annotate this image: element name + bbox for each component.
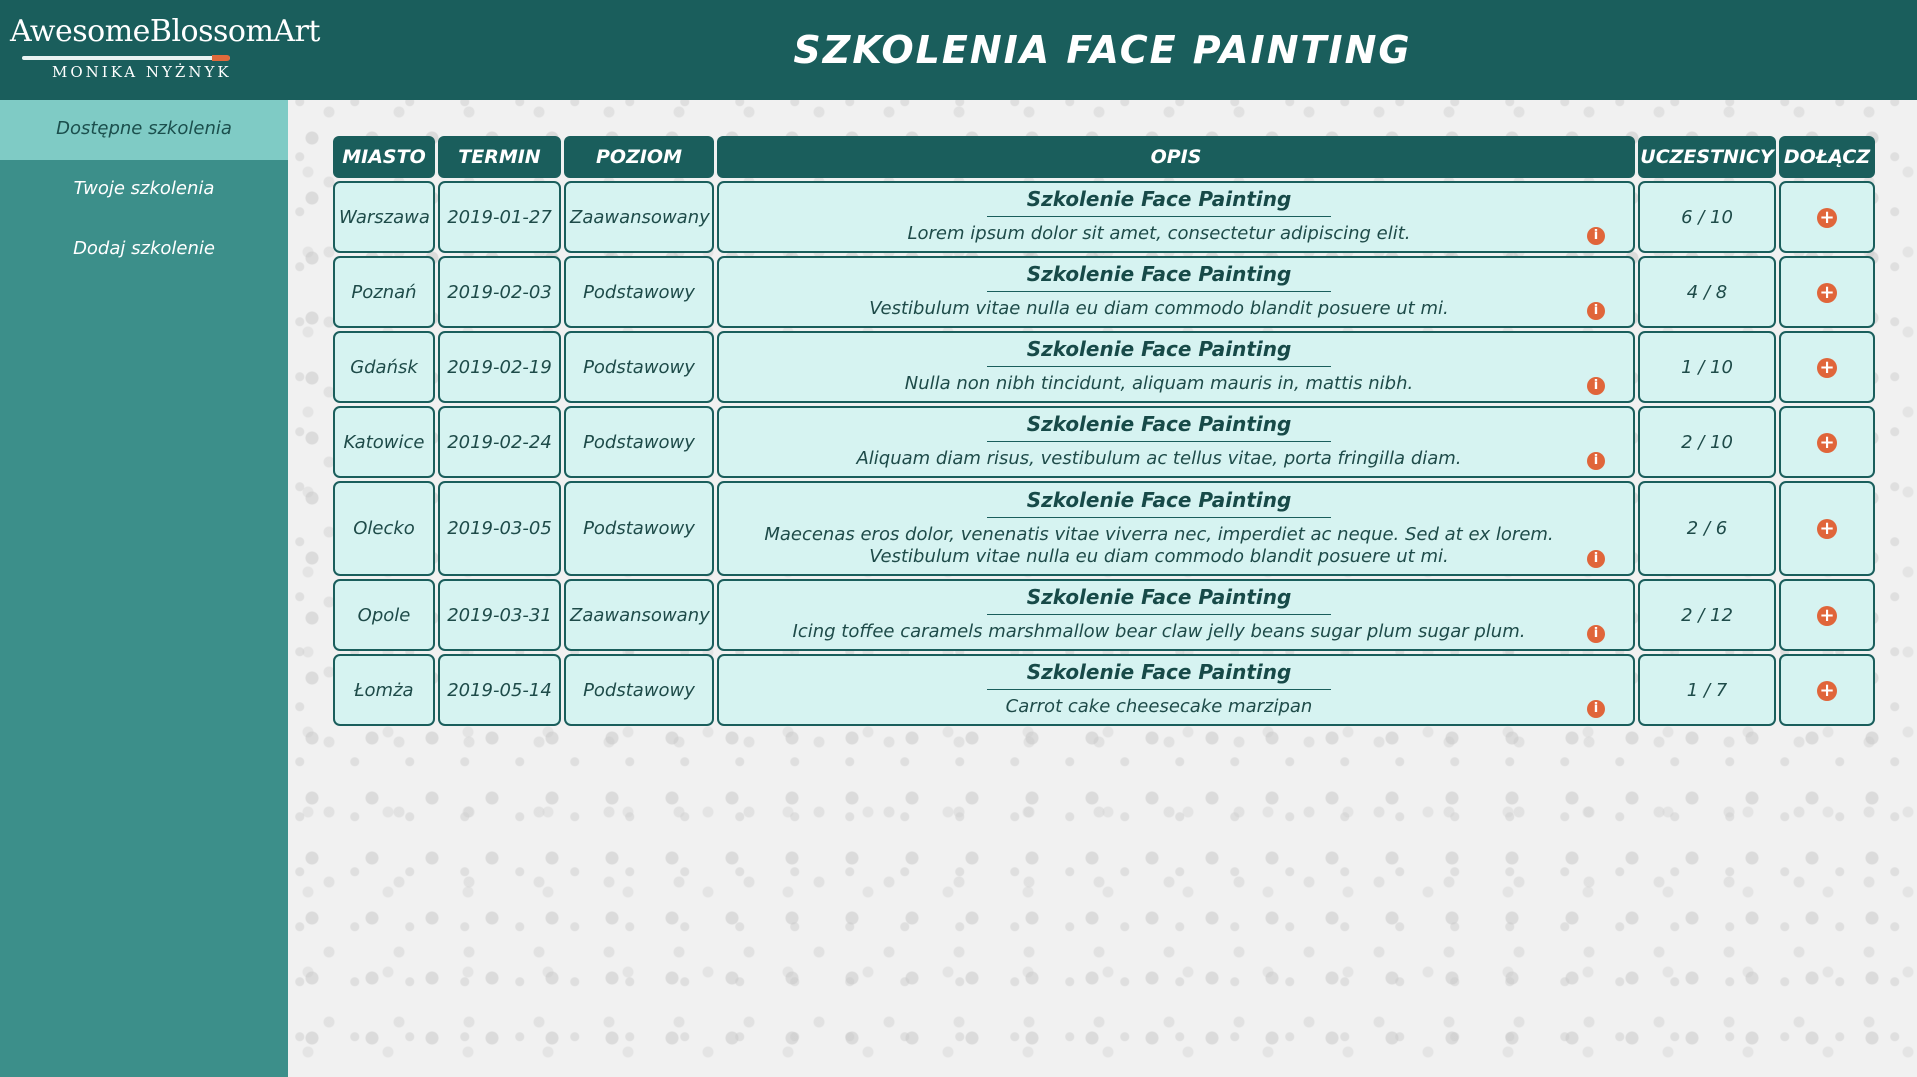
training-description: Aliquam diam risus, vestibulum ac tellus… [856,448,1462,469]
logo-subtitle: MONIKA NYŻNYK [52,63,232,81]
table-row: Poznań 2019-02-03 Podstawowy Szkolenie F… [333,256,1875,328]
date-cell: 2019-03-31 [438,579,561,651]
training-description: Maecenas eros dolor, venenatis vitae viv… [764,523,1554,567]
level-cell: Zaawansowany [564,579,714,651]
table-row: Łomża 2019-05-14 Podstawowy Szkolenie Fa… [333,654,1875,726]
sidebar-item-available-trainings[interactable]: Dostępne szkolenia [0,100,288,160]
training-title: Szkolenie Face Painting [986,337,1332,367]
column-header-join: DOŁĄCZ [1779,136,1875,178]
join-cell: + [1779,481,1875,576]
training-description: Carrot cake cheesecake marzipan [1005,696,1313,717]
training-description: Icing toffee caramels marshmallow bear c… [792,621,1526,642]
join-cell: + [1779,406,1875,478]
training-title: Szkolenie Face Painting [986,660,1332,690]
table-row: Opole 2019-03-31 Zaawansowany Szkolenie … [333,579,1875,651]
table-row: Olecko 2019-03-05 Podstawowy Szkolenie F… [333,481,1875,576]
level-cell: Zaawansowany [564,181,714,253]
column-header-date: TERMIN [438,136,561,178]
level-cell: Podstawowy [564,256,714,328]
description-cell: Szkolenie Face Painting Aliquam diam ris… [717,406,1635,478]
join-cell: + [1779,654,1875,726]
training-title: Szkolenie Face Painting [986,262,1332,292]
logo-main-text: AwesomeBlossomArt [10,14,320,49]
level-cell: Podstawowy [564,654,714,726]
logo-brush-stroke [22,56,230,60]
training-description: Vestibulum vitae nulla eu diam commodo b… [869,298,1449,319]
participants-cell: 2 / 10 [1638,406,1776,478]
table-row: Gdańsk 2019-02-19 Podstawowy Szkolenie F… [333,331,1875,403]
info-icon[interactable]: i [1587,452,1605,470]
trainings-table-container: MIASTO TERMIN POZIOM OPIS UCZESTNICY DOŁ… [330,133,1878,729]
description-cell: Szkolenie Face Painting Carrot cake chee… [717,654,1635,726]
plus-circle-icon[interactable]: + [1817,680,1837,701]
date-cell: 2019-05-14 [438,654,561,726]
city-cell: Olecko [333,481,435,576]
level-cell: Podstawowy [564,331,714,403]
training-title: Szkolenie Face Painting [986,585,1332,615]
join-cell: + [1779,579,1875,651]
info-icon[interactable]: i [1587,227,1605,245]
level-cell: Podstawowy [564,481,714,576]
info-icon[interactable]: i [1587,550,1605,568]
trainings-table: MIASTO TERMIN POZIOM OPIS UCZESTNICY DOŁ… [330,133,1878,729]
sidebar-item-your-trainings[interactable]: Twoje szkolenia [0,160,288,220]
city-cell: Katowice [333,406,435,478]
info-icon[interactable]: i [1587,700,1605,718]
participants-cell: 2 / 12 [1638,579,1776,651]
description-cell: Szkolenie Face Painting Vestibulum vitae… [717,256,1635,328]
date-cell: 2019-01-27 [438,181,561,253]
date-cell: 2019-03-05 [438,481,561,576]
join-cell: + [1779,331,1875,403]
info-icon[interactable]: i [1587,377,1605,395]
date-cell: 2019-02-03 [438,256,561,328]
participants-cell: 1 / 10 [1638,331,1776,403]
info-icon[interactable]: i [1587,302,1605,320]
plus-circle-icon[interactable]: + [1817,282,1837,303]
city-cell: Łomża [333,654,435,726]
join-cell: + [1779,181,1875,253]
plus-circle-icon[interactable]: + [1817,357,1837,378]
info-icon[interactable]: i [1587,625,1605,643]
sidebar: Dostępne szkolenia Twoje szkolenia Dodaj… [0,100,288,1077]
sidebar-item-add-training[interactable]: Dodaj szkolenie [0,220,288,280]
logo[interactable]: AwesomeBlossomArt MONIKA NYŻNYK [0,0,320,100]
description-cell: Szkolenie Face Painting Lorem ipsum dolo… [717,181,1635,253]
column-header-description: OPIS [717,136,1635,178]
table-row: Katowice 2019-02-24 Podstawowy Szkolenie… [333,406,1875,478]
date-cell: 2019-02-24 [438,406,561,478]
participants-cell: 1 / 7 [1638,654,1776,726]
column-header-level: POZIOM [564,136,714,178]
participants-cell: 2 / 6 [1638,481,1776,576]
city-cell: Poznań [333,256,435,328]
plus-circle-icon[interactable]: + [1817,207,1837,228]
description-cell: Szkolenie Face Painting Maecenas eros do… [717,481,1635,576]
table-header-row: MIASTO TERMIN POZIOM OPIS UCZESTNICY DOŁ… [333,136,1875,178]
column-header-participants: UCZESTNICY [1638,136,1776,178]
training-description: Nulla non nibh tincidunt, aliquam mauris… [904,373,1414,394]
training-title: Szkolenie Face Painting [986,412,1332,442]
city-cell: Opole [333,579,435,651]
table-row: Warszawa 2019-01-27 Zaawansowany Szkolen… [333,181,1875,253]
header: AwesomeBlossomArt MONIKA NYŻNYK SZKOLENI… [0,0,1917,100]
city-cell: Warszawa [333,181,435,253]
plus-circle-icon[interactable]: + [1817,432,1837,453]
plus-circle-icon[interactable]: + [1817,519,1837,539]
page-title: SZKOLENIA FACE PAINTING [793,28,1412,72]
training-title: Szkolenie Face Painting [986,488,1332,518]
training-title: Szkolenie Face Painting [986,187,1332,217]
description-cell: Szkolenie Face Painting Icing toffee car… [717,579,1635,651]
description-cell: Szkolenie Face Painting Nulla non nibh t… [717,331,1635,403]
column-header-city: MIASTO [333,136,435,178]
date-cell: 2019-02-19 [438,331,561,403]
participants-cell: 4 / 8 [1638,256,1776,328]
level-cell: Podstawowy [564,406,714,478]
city-cell: Gdańsk [333,331,435,403]
join-cell: + [1779,256,1875,328]
plus-circle-icon[interactable]: + [1817,605,1837,626]
training-description: Lorem ipsum dolor sit amet, consectetur … [907,223,1411,244]
participants-cell: 6 / 10 [1638,181,1776,253]
logo-brush-tip [212,55,230,61]
